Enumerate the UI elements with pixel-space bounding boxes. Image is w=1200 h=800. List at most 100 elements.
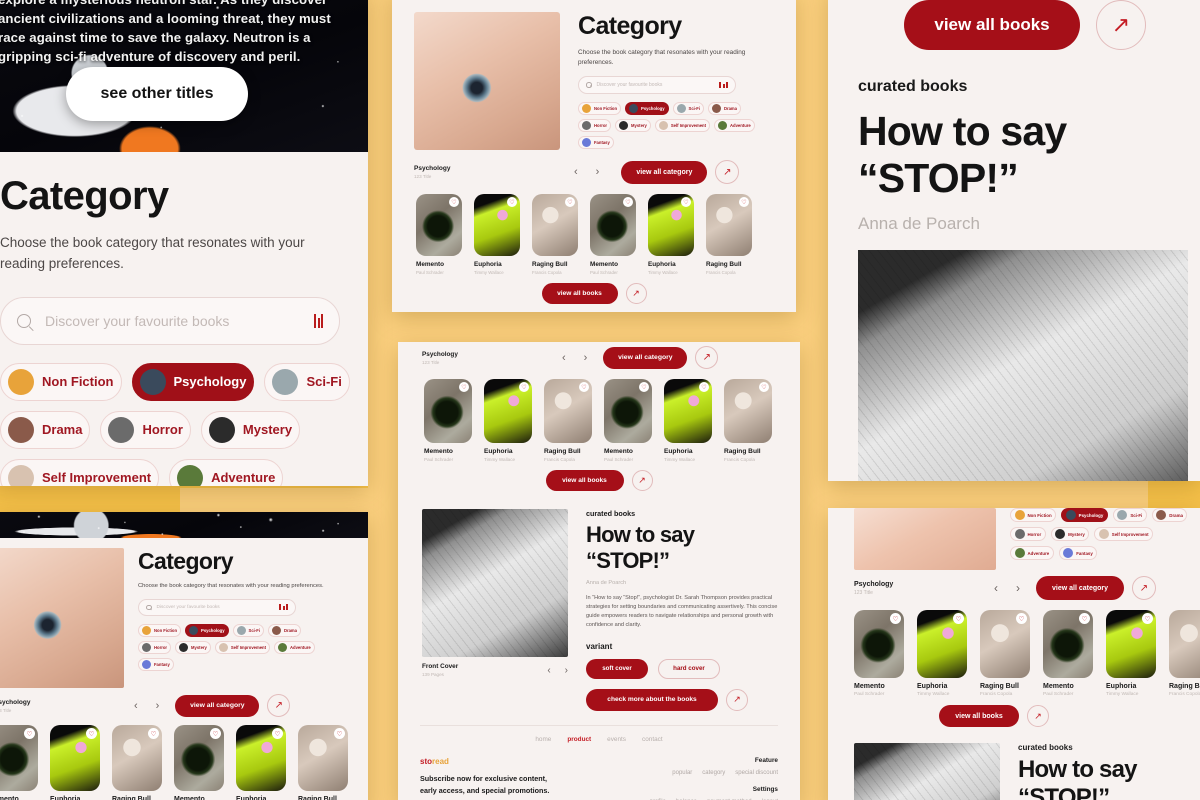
category-chip-self-improvement[interactable]: Self Improvement (0, 458, 160, 486)
sliders-icon[interactable] (719, 81, 728, 88)
footer-nav-home[interactable]: home (535, 736, 551, 743)
category-chip-mystery[interactable]: Mystery (200, 410, 301, 449)
favourite-heart-icon[interactable]: ♡ (759, 382, 769, 392)
chevron-right-icon[interactable]: › (596, 166, 600, 178)
footer-link-special-discount[interactable]: special discount (735, 770, 778, 776)
book-card[interactable]: ♡EuphoriaTimmy Wallace (664, 379, 712, 462)
favourite-heart-icon[interactable]: ♡ (699, 382, 709, 392)
chevron-left-icon[interactable]: ‹ (134, 700, 138, 712)
book-card[interactable]: ♡Raging BullFrancis Copola (1169, 610, 1200, 697)
favourite-heart-icon[interactable]: ♡ (519, 382, 529, 392)
footer-link-popular[interactable]: popular (672, 770, 692, 776)
view-all-category-button[interactable]: view all category (1036, 576, 1124, 600)
arrow-up-right-icon[interactable]: ↗ (1027, 705, 1049, 727)
footer-link-columns[interactable]: Feature popular category special discount Se… (650, 757, 778, 800)
chevron-right-icon[interactable]: › (565, 665, 568, 676)
chevron-left-icon[interactable]: ‹ (547, 665, 550, 676)
book-card[interactable]: ♡MementoPaul Schrader (174, 725, 224, 800)
variant-options[interactable]: soft cover hard cover (586, 658, 782, 679)
see-other-titles-button[interactable]: see other titles (66, 67, 248, 121)
arrow-up-right-icon[interactable]: ↗ (715, 160, 740, 184)
category-chip-non-fiction[interactable]: Non Fiction (1010, 508, 1057, 522)
favourite-heart-icon[interactable]: ♡ (1016, 613, 1027, 624)
book-card[interactable]: ♡EuphoriaTimmy Wallace (648, 194, 694, 275)
sliders-icon[interactable] (279, 604, 288, 611)
book-card-list[interactable]: ♡MementoPaul Schrader ♡EuphoriaTimmy Wall… (0, 717, 368, 800)
arrow-up-right-icon[interactable]: ↗ (1132, 576, 1156, 600)
arrow-up-right-icon[interactable]: ↗ (625, 283, 647, 304)
carousel-arrows[interactable]: ‹ › (562, 352, 587, 364)
cover-carousel-arrows[interactable]: ‹ › (547, 665, 568, 676)
book-card[interactable]: ♡MementoPaul Schrader (424, 379, 472, 462)
category-chip-list[interactable]: Non Fiction Psychology Sci-Fi Drama Horror My… (138, 623, 320, 671)
book-card[interactable]: ♡EuphoriaTimmy Wallace (484, 379, 532, 462)
category-chip-adventure[interactable]: Adventure (714, 118, 755, 132)
arrow-up-right-icon[interactable]: ↗ (1096, 0, 1146, 50)
book-card[interactable]: ♡Raging BullFrancis Copola (532, 194, 578, 275)
category-chip-non-fiction[interactable]: Non Fiction (0, 362, 122, 401)
favourite-heart-icon[interactable]: ♡ (334, 728, 345, 739)
favourite-heart-icon[interactable]: ♡ (210, 728, 221, 739)
category-chip-mystery[interactable]: Mystery (175, 640, 211, 654)
footer-nav[interactable]: home product events contact (420, 736, 778, 743)
view-all-books-button[interactable]: view all books (904, 0, 1080, 50)
favourite-heart-icon[interactable]: ♡ (24, 728, 35, 739)
category-chip-non-fiction[interactable]: Non Fiction (138, 623, 182, 637)
check-more-button[interactable]: check more about the books (586, 688, 718, 711)
chevron-left-icon[interactable]: ‹ (574, 166, 578, 178)
chevron-right-icon[interactable]: › (1016, 581, 1020, 595)
book-card[interactable]: ♡Raging BullFrancis Copola (544, 379, 592, 462)
book-card[interactable]: ♡Raging BullFrancis Copola (298, 725, 348, 800)
favourite-heart-icon[interactable]: ♡ (449, 197, 459, 207)
category-chip-sci-fi[interactable]: Sci-Fi (232, 623, 264, 637)
footer-nav-contact[interactable]: contact (642, 736, 663, 743)
category-chip-mystery[interactable]: Mystery (615, 118, 651, 132)
category-chip-horror[interactable]: Horror (100, 410, 191, 449)
book-card[interactable]: ♡MementoPaul Schrader (604, 379, 652, 462)
category-chip-self-improvement[interactable]: Self Improvement (214, 640, 270, 654)
category-chip-drama[interactable]: Drama (1151, 508, 1188, 522)
favourite-heart-icon[interactable]: ♡ (579, 382, 589, 392)
search-input[interactable]: Discover your favourite books (597, 82, 720, 88)
favourite-heart-icon[interactable]: ♡ (272, 728, 283, 739)
footer-nav-product[interactable]: product (567, 736, 591, 743)
brand-logo[interactable]: storead (420, 757, 549, 766)
sliders-icon[interactable] (314, 313, 323, 328)
chevron-right-icon[interactable]: › (156, 700, 160, 712)
book-card[interactable]: ♡Raging BullFrancis Copola (112, 725, 162, 800)
category-chip-psychology[interactable]: Psychology (185, 623, 229, 637)
category-chip-horror[interactable]: Horror (1010, 527, 1046, 541)
book-card[interactable]: ♡Raging BullFrancis Copola (980, 610, 1030, 697)
chevron-left-icon[interactable]: ‹ (562, 352, 566, 364)
favourite-heart-icon[interactable]: ♡ (953, 613, 964, 624)
category-chip-fantasy[interactable]: Fantasy (1058, 546, 1098, 560)
search-input[interactable]: Discover your favourite books (45, 313, 314, 329)
view-all-category-button[interactable]: view all category (175, 694, 260, 717)
favourite-heart-icon[interactable]: ♡ (459, 382, 469, 392)
category-chip-horror[interactable]: Horror (138, 640, 172, 654)
category-chip-sci-fi[interactable]: Sci-Fi (1112, 508, 1147, 522)
view-all-books-button[interactable]: view all books (545, 470, 624, 491)
category-chip-sci-fi[interactable]: Sci-Fi (672, 101, 704, 115)
book-card[interactable]: ♡MementoPaul Schrader (1043, 610, 1093, 697)
book-card[interactable]: ♡Raging BullFrancis Copola (706, 194, 752, 275)
category-chip-sci-fi[interactable]: Sci-Fi (264, 362, 350, 401)
category-chip-list[interactable]: Non Fiction Psychology Sci-Fi Drama Horror My… (0, 362, 368, 486)
category-chip-adventure[interactable]: Adventure (169, 458, 284, 486)
search-input[interactable]: Discover your favourite books (157, 605, 280, 610)
favourite-heart-icon[interactable]: ♡ (623, 197, 633, 207)
category-chip-adventure[interactable]: Adventure (274, 640, 315, 654)
category-chip-drama[interactable]: Drama (267, 623, 301, 637)
arrow-up-right-icon[interactable]: ↗ (631, 470, 653, 491)
favourite-heart-icon[interactable]: ♡ (639, 382, 649, 392)
book-card[interactable]: ♡EuphoriaTimmy Wallace (50, 725, 100, 800)
book-card-list[interactable]: ♡MementoPaul Schrader♡EuphoriaTimmy Wall… (398, 369, 800, 462)
chevron-right-icon[interactable]: › (584, 352, 588, 364)
category-chip-adventure[interactable]: Adventure (1010, 546, 1054, 560)
carousel-arrows[interactable]: ‹ › (574, 166, 599, 178)
arrow-up-right-icon[interactable]: ↗ (695, 346, 719, 369)
book-card-list[interactable]: ♡MementoPaul Schrader♡EuphoriaTimmy Wall… (392, 184, 796, 275)
arrow-up-right-icon[interactable]: ↗ (267, 694, 291, 717)
favourite-heart-icon[interactable]: ♡ (86, 728, 97, 739)
category-chip-psychology[interactable]: Psychology (131, 362, 255, 401)
